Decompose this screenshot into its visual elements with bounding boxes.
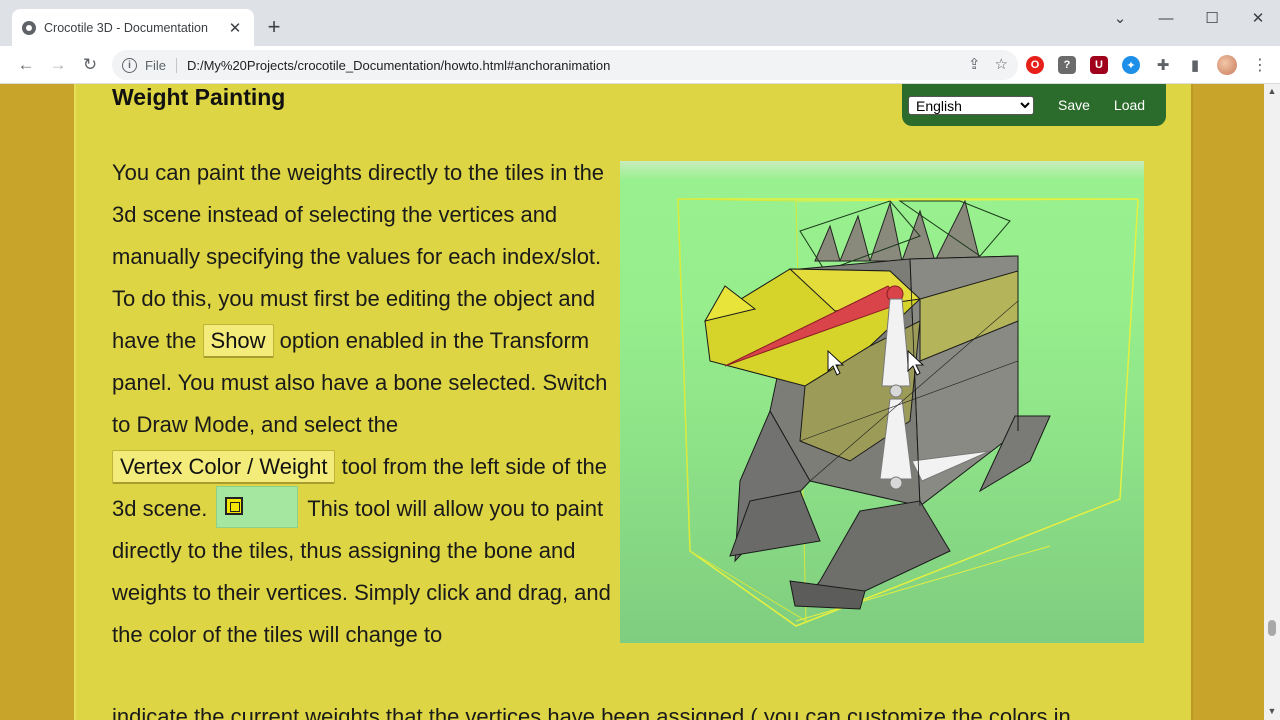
forward-button[interactable]: → — [45, 52, 71, 78]
opera-icon[interactable]: O — [1026, 56, 1044, 74]
browser-tab[interactable]: Crocotile 3D - Documentation ✕ — [12, 9, 254, 46]
vertex-color-tool-thumbnail — [215, 486, 298, 529]
close-window-button[interactable]: ✕ — [1238, 8, 1278, 30]
browser-toolbar: ← → ↻ i File D:/My%20Projects/crocotile_… — [0, 46, 1280, 84]
address-bar[interactable]: i File D:/My%20Projects/crocotile_Docume… — [112, 50, 1018, 80]
page-scrollbar[interactable]: ▲ ▼ — [1264, 84, 1280, 720]
scroll-up-arrow-icon[interactable]: ▲ — [1264, 86, 1280, 96]
help-extension-icon[interactable]: ? — [1058, 56, 1076, 74]
back-button[interactable]: ← — [13, 52, 39, 78]
scheme-label: File — [145, 57, 177, 73]
share-icon[interactable]: ⇪ — [968, 55, 981, 73]
paragraph-text-1: You can paint the weights directly to th… — [112, 160, 605, 353]
bird-extension-icon[interactable]: ✦ — [1122, 56, 1140, 74]
save-button[interactable]: Save — [1058, 97, 1090, 113]
minimize-button[interactable]: — — [1146, 8, 1186, 30]
tab-strip: Crocotile 3D - Documentation ✕ + ⌄ — ☐ ✕ — [0, 0, 1280, 46]
weight-painting-paragraph: You can paint the weights directly to th… — [112, 152, 612, 656]
bookmark-star-icon[interactable]: ☆ — [995, 55, 1008, 73]
reload-button[interactable]: ↻ — [77, 52, 103, 78]
new-tab-button[interactable]: + — [262, 14, 286, 40]
doc-page: Weight Painting English Save Load You ca… — [74, 84, 1193, 720]
page-viewport: Weight Painting English Save Load You ca… — [0, 84, 1264, 720]
extensions-puzzle-icon[interactable]: ✚ — [1154, 56, 1172, 74]
globe-icon — [22, 20, 36, 35]
scroll-down-arrow-icon[interactable]: ▼ — [1264, 706, 1280, 716]
paint-tool-icon — [224, 497, 243, 516]
section-heading: Weight Painting — [112, 84, 286, 110]
paragraph-continuation: indicate the current weights that the ve… — [112, 704, 1071, 720]
side-panel-icon[interactable]: ▮ — [1186, 56, 1204, 74]
vertex-color-weight-chip[interactable]: Vertex Color / Weight — [112, 450, 336, 484]
show-option-chip[interactable]: Show — [202, 324, 274, 358]
ublock-icon[interactable]: U — [1090, 56, 1108, 74]
scroll-thumb[interactable] — [1268, 620, 1276, 636]
url-text[interactable]: D:/My%20Projects/crocotile_Documentation… — [187, 58, 610, 73]
crocodile-model-illustration — [677, 198, 1139, 627]
load-button[interactable]: Load — [1114, 97, 1145, 113]
close-tab-button[interactable]: ✕ — [226, 19, 244, 37]
browser-menu-icon[interactable]: ⋮ — [1252, 55, 1268, 75]
profile-avatar[interactable] — [1217, 55, 1237, 75]
weight-painting-demo-image — [620, 161, 1144, 643]
tab-title: Crocotile 3D - Documentation — [44, 20, 208, 35]
language-bar: English Save Load — [902, 84, 1166, 126]
language-select[interactable]: English — [908, 95, 1034, 115]
info-icon[interactable]: i — [122, 57, 137, 73]
tab-search-button[interactable]: ⌄ — [1100, 8, 1140, 30]
maximize-button[interactable]: ☐ — [1192, 8, 1232, 30]
